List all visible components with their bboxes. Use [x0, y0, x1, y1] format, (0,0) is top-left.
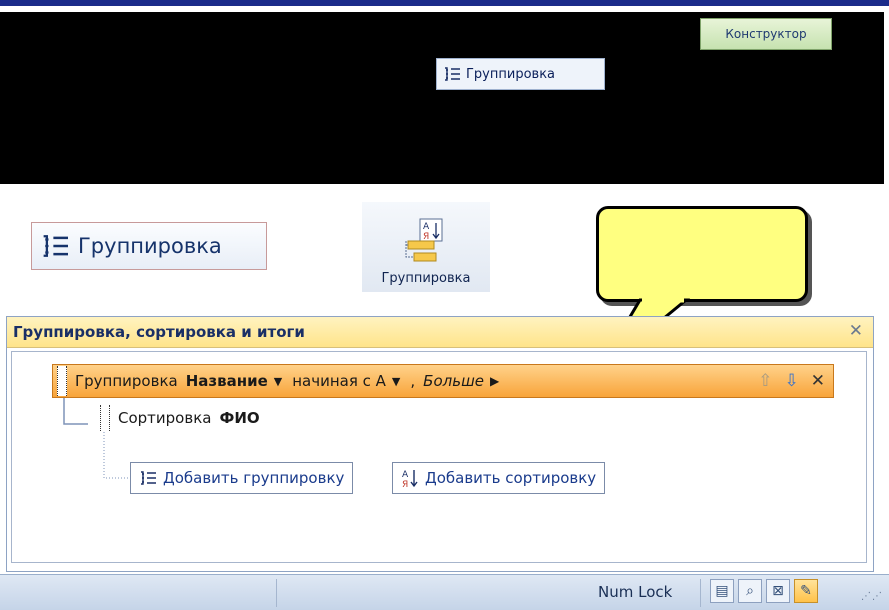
group-level-row[interactable]: Группировка Название ▼ начиная с А ▼ , Б… [52, 364, 834, 398]
move-down-icon[interactable]: ⇩ [785, 371, 799, 391]
close-icon[interactable]: ✕ [849, 321, 863, 341]
callout-bubble [596, 206, 808, 302]
view-switcher: ▤ ⌕ ⊠ ✎ [710, 579, 818, 603]
drag-handle[interactable] [100, 405, 110, 431]
add-sort-button[interactable]: А Я Добавить сортировку [392, 462, 606, 494]
group-order[interactable]: начиная с А [292, 372, 386, 390]
order-dropdown-icon[interactable]: ▼ [392, 375, 400, 388]
group-sort-icon: А Я [405, 218, 443, 262]
sort-az-icon: А Я [402, 470, 418, 488]
more-arrow-icon[interactable]: ▶ [490, 374, 499, 388]
sort-level-row[interactable]: Сортировка ФИО [96, 404, 260, 432]
grouping-button-large[interactable]: Группировка [31, 222, 267, 270]
grouping-button-large-label: Группировка [78, 234, 222, 258]
grouping-ribbon-button-label: Группировка [381, 271, 471, 286]
status-separator [276, 579, 277, 607]
delete-icon[interactable]: ✕ [811, 371, 825, 391]
svg-text:А: А [402, 470, 409, 480]
layout-view-icon[interactable]: ⊠ [766, 579, 790, 603]
grouping-ribbon-button[interactable]: А Я Группировка [362, 202, 490, 292]
grouping-button-small[interactable]: Группировка [436, 58, 605, 90]
status-separator [700, 579, 701, 607]
panel-header: Группировка, сортировка и итоги ✕ [7, 317, 873, 348]
row-actions: ⇧ ⇩ ✕ [758, 371, 825, 391]
group-prefix: Группировка [75, 372, 178, 390]
drag-handle[interactable] [57, 366, 67, 396]
svg-text:Я: Я [402, 480, 408, 488]
top-border-line [0, 0, 889, 6]
status-bar: Num Lock ▤ ⌕ ⊠ ✎ ⋰⋰ [0, 574, 889, 610]
group-field[interactable]: Название [186, 372, 268, 390]
more-options-link[interactable]: Больше [423, 372, 484, 390]
grouping-icon [43, 235, 68, 257]
tab-konstruktor[interactable]: Конструктор [700, 18, 832, 50]
panel-body: Группировка Название ▼ начиная с А ▼ , Б… [11, 351, 867, 563]
sort-prefix: Сортировка [118, 409, 212, 427]
numlock-indicator: Num Lock [598, 583, 673, 601]
svg-text:А: А [423, 222, 430, 232]
tab-konstruktor-label: Конструктор [725, 27, 807, 41]
add-grouping-button[interactable]: Добавить группировку [130, 462, 354, 494]
grouping-button-small-label: Группировка [466, 66, 556, 82]
sort-field[interactable]: ФИО [219, 409, 259, 427]
comma-separator: , [410, 372, 416, 390]
add-sort-label: Добавить сортировку [425, 469, 597, 487]
group-sort-panel: Группировка, сортировка и итоги ✕ Группи… [6, 316, 874, 572]
add-grouping-label: Добавить группировку [163, 469, 345, 487]
report-view-icon[interactable]: ▤ [710, 579, 734, 603]
move-up-icon[interactable]: ⇧ [758, 371, 772, 391]
resize-grip-icon[interactable]: ⋰⋰ [861, 591, 883, 602]
field-dropdown-icon[interactable]: ▼ [274, 375, 282, 388]
panel-title: Группировка, сортировка и итоги [13, 323, 305, 341]
grouping-icon [445, 67, 460, 81]
design-view-icon[interactable]: ✎ [794, 579, 818, 603]
grouping-icon [141, 471, 156, 485]
print-preview-icon[interactable]: ⌕ [738, 579, 762, 603]
